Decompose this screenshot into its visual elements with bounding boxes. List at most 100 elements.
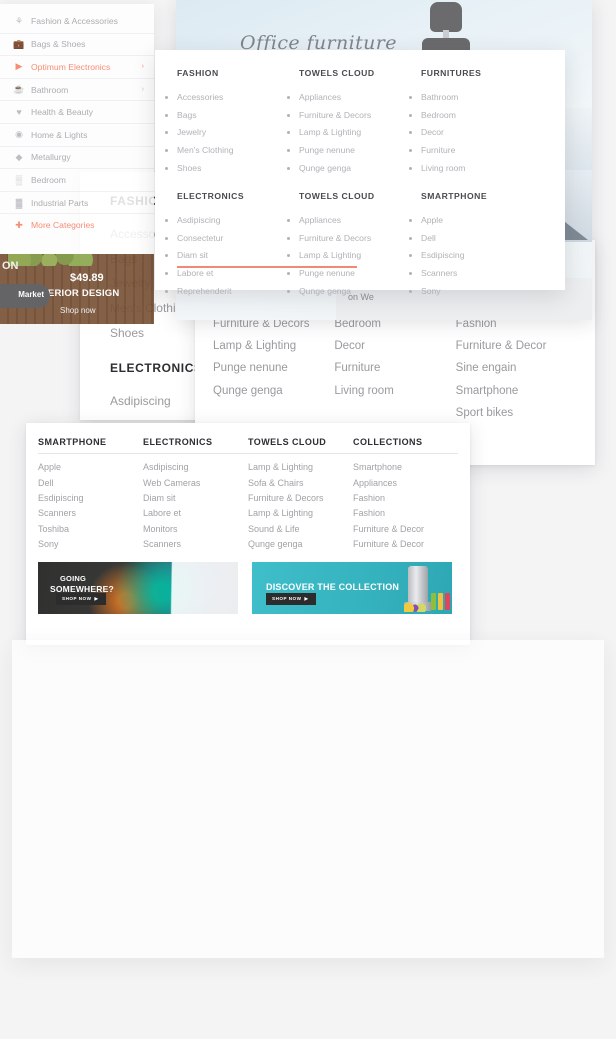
- menu-item[interactable]: Qunge genga: [213, 380, 334, 402]
- menu-item[interactable]: Decor: [334, 336, 455, 358]
- mega-menu-panel[interactable]: FASHION Accessories Bags Jewelry Men's C…: [155, 50, 565, 296]
- menu-item[interactable]: Diam sit: [177, 246, 299, 264]
- category-sidebar[interactable]: ⚘ Fashion & Accessories 💼 Bags & Shoes ▶…: [0, 4, 154, 324]
- menu-item[interactable]: Decor: [421, 124, 543, 142]
- menu-item[interactable]: Qunge genga: [248, 537, 353, 552]
- menu-list: Apple Dell Esdipiscing Scanners Toshiba …: [38, 460, 143, 552]
- menu-column-towels-cloud: TOWELS CLOUD Lamp & Lighting Sofa & Chai…: [248, 437, 353, 552]
- menu-item[interactable]: Punge nenune: [299, 141, 421, 159]
- bottom-composition: Office furniture on We ⚘ Fashion & Acces…: [0, 0, 592, 324]
- menu-item[interactable]: Dell: [38, 475, 143, 490]
- menu-item[interactable]: Esdipiscing: [38, 491, 143, 506]
- sidebar-item-bedroom[interactable]: ▒ Bedroom: [0, 168, 154, 191]
- menu-item[interactable]: Diam sit: [143, 491, 248, 506]
- menu-item[interactable]: Furniture & Decors: [299, 229, 421, 247]
- menu-item[interactable]: Bags: [177, 106, 299, 124]
- menu-item[interactable]: Lamp & Lighting: [213, 336, 334, 358]
- menu-item[interactable]: Dell: [421, 229, 543, 247]
- sidebar-item-optimum-electronics[interactable]: ▶ Optimum Electronics ›: [0, 55, 154, 78]
- menu-item[interactable]: Furniture & Decors: [299, 106, 421, 124]
- sidebar-promo-banner[interactable]: ON $49.89 INTERIOR DESIGN Shop now Marke…: [0, 254, 154, 324]
- menu-column-furnitures: FURNITURES Bathroom Bedroom Decor Furnit…: [421, 68, 543, 177]
- menu-item[interactable]: Scanners: [38, 506, 143, 521]
- chevron-right-icon: ›: [141, 63, 144, 71]
- menu-item[interactable]: Furniture & Decor: [353, 522, 458, 537]
- menu-item[interactable]: Punge nenune: [213, 358, 334, 380]
- menu-item[interactable]: Jewelry: [177, 124, 299, 142]
- menu-column-smartphone: SMARTPHONE Apple Dell Esdipiscing Scanne…: [421, 191, 543, 300]
- menu-item[interactable]: Furniture: [334, 358, 455, 380]
- sidebar-item-home-lights[interactable]: ◉ Home & Lights: [0, 122, 154, 146]
- droplet-icon: ◆: [15, 151, 23, 162]
- sidebar-item-bathroom[interactable]: ☕ Bathroom ›: [0, 77, 154, 101]
- menu-item[interactable]: Smartphone: [353, 460, 458, 475]
- menu-item[interactable]: Consectetur: [177, 229, 299, 247]
- menu-item[interactable]: Bedroom: [421, 106, 543, 124]
- sidebar-item-bags-shoes[interactable]: 💼 Bags & Shoes: [0, 32, 154, 56]
- promo-pill: Market: [0, 284, 50, 308]
- menu-item[interactable]: Sony: [421, 282, 543, 300]
- menu-item[interactable]: Sofa & Chairs: [248, 475, 353, 490]
- mega-menu-underline: [177, 265, 357, 268]
- menu-item[interactable]: Smartphone: [456, 380, 577, 402]
- menu-item[interactable]: Furniture & Decor: [456, 336, 577, 358]
- sidebar-item-fashion-accessories[interactable]: ⚘ Fashion & Accessories: [0, 10, 154, 33]
- promo-banner-discover-collection[interactable]: DISCOVER THE COLLECTION SHOP NOW ▶: [252, 562, 452, 615]
- menu-item[interactable]: Sound & Life: [248, 522, 353, 537]
- menu-item[interactable]: Living room: [334, 380, 455, 402]
- menu-item[interactable]: Scanners: [421, 264, 543, 282]
- menu-item[interactable]: Sport bikes: [456, 402, 577, 424]
- menu-item[interactable]: Lamp & Lighting: [299, 246, 421, 264]
- fruit-photo: [404, 603, 426, 613]
- menu-item[interactable]: Fashion: [353, 491, 458, 506]
- shop-now-button[interactable]: SHOP NOW ▶: [56, 592, 106, 606]
- menu-item[interactable]: Sony: [38, 537, 143, 552]
- column-title: SMARTPHONE: [421, 190, 488, 201]
- four-column-menu-panel[interactable]: SMARTPHONE Apple Dell Esdipiscing Scanne…: [26, 423, 470, 645]
- menu-list: Smartphone Appliances Fashion Fashion Fu…: [353, 460, 458, 552]
- column-title: ELECTRONICS: [177, 190, 245, 201]
- menu-list: Lamp & Lighting Sofa & Chairs Furniture …: [248, 460, 353, 552]
- shop-now-button[interactable]: SHOP NOW ▶: [266, 592, 316, 606]
- menu-item[interactable]: Furniture: [421, 141, 543, 159]
- factory-icon: ▓: [15, 197, 23, 208]
- bed-icon: ▒: [15, 174, 23, 185]
- menu-item[interactable]: Apple: [421, 211, 543, 229]
- menu-item[interactable]: Bathroom: [421, 88, 543, 106]
- menu-item[interactable]: Accessories: [177, 88, 299, 106]
- menu-item[interactable]: Sine engain: [456, 358, 577, 380]
- lamp-icon: ◉: [15, 129, 23, 140]
- menu-column-smartphone: SMARTPHONE Apple Dell Esdipiscing Scanne…: [38, 437, 143, 552]
- menu-item[interactable]: Lamp & Lighting: [299, 124, 421, 142]
- sidebar-item-more-categories[interactable]: ✚ More Categories: [0, 213, 154, 236]
- menu-item[interactable]: Esdipiscing: [421, 246, 543, 264]
- menu-item[interactable]: Monitors: [143, 522, 248, 537]
- menu-item[interactable]: Shoes: [177, 159, 299, 177]
- menu-item[interactable]: Apple: [38, 460, 143, 475]
- menu-item[interactable]: Furniture & Decor: [353, 537, 458, 552]
- heart-shield-icon: ♥: [16, 107, 22, 118]
- menu-item[interactable]: Qunge genga: [299, 159, 421, 177]
- menu-item[interactable]: Men's Clothing: [177, 141, 299, 159]
- menu-item[interactable]: Fashion: [353, 506, 458, 521]
- menu-item[interactable]: Asdipiscing: [143, 460, 248, 475]
- menu-item[interactable]: Web Cameras: [143, 475, 248, 490]
- sidebar-item-metallurgy[interactable]: ◆ Metallurgy: [0, 145, 154, 169]
- menu-item[interactable]: Appliances: [299, 211, 421, 229]
- menu-item[interactable]: Lamp & Lighting: [248, 506, 353, 521]
- menu-item[interactable]: Scanners: [143, 537, 248, 552]
- menu-item[interactable]: Appliances: [353, 475, 458, 490]
- menu-item[interactable]: Furniture & Decors: [248, 491, 353, 506]
- menu-item[interactable]: Toshiba: [38, 522, 143, 537]
- menu-item[interactable]: Asdipiscing: [177, 211, 299, 229]
- promo-banner-going-somewhere[interactable]: GOING SOMEWHERE? SHOP NOW ▶: [38, 562, 238, 615]
- menu-item[interactable]: Lamp & Lighting: [248, 460, 353, 475]
- menu-item[interactable]: Appliances: [299, 88, 421, 106]
- sidebar-item-industrial-parts[interactable]: ▓ Industrial Parts: [0, 190, 154, 214]
- promo-cta[interactable]: Shop now: [60, 306, 96, 315]
- menu-item[interactable]: Labore et: [143, 506, 248, 521]
- menu-item[interactable]: Reprehenderit: [177, 282, 299, 300]
- menu-item[interactable]: Qunge genga: [299, 282, 421, 300]
- sidebar-item-health-beauty[interactable]: ♥ Health & Beauty: [0, 100, 154, 123]
- menu-item[interactable]: Living room: [421, 159, 543, 177]
